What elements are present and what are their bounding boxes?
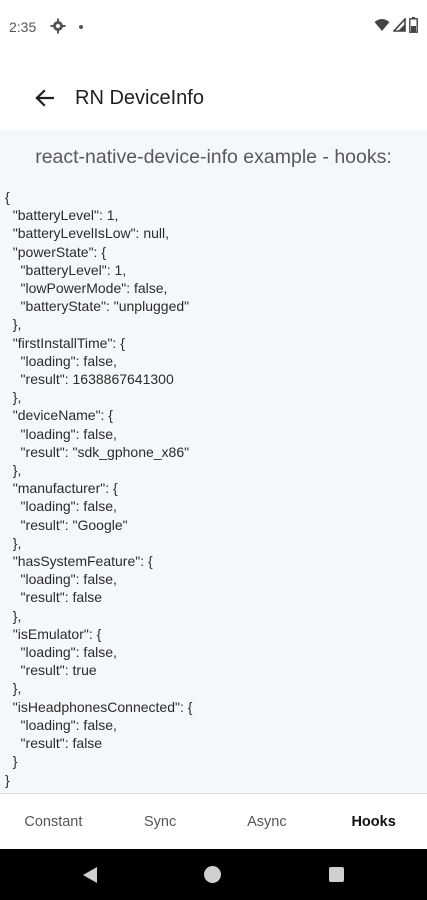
signal-icon [393,18,406,32]
nav-home-icon[interactable] [204,866,221,883]
tab-constant[interactable]: Constant [0,794,107,850]
battery-icon [409,17,418,33]
json-output: { "batteryLevel": 1, "batteryLevelIsLow"… [5,189,193,788]
wifi-icon [374,19,390,31]
system-nav-bar [0,849,427,900]
content-area[interactable]: react-native-device-info example - hooks… [0,130,427,793]
nav-back-icon[interactable] [82,866,98,889]
status-icons [374,17,418,33]
bottom-tab-bar: Constant Sync Async Hooks [0,793,427,850]
tab-sync[interactable]: Sync [107,794,214,850]
status-bar: 2:35 [0,0,427,62]
tab-hooks[interactable]: Hooks [320,794,427,850]
back-button[interactable] [30,84,58,112]
screen-heading: react-native-device-info example - hooks… [35,146,392,168]
gear-icon [50,18,66,39]
nav-recents-icon[interactable] [329,867,344,882]
arrow-back-icon [35,89,54,107]
status-time: 2:35 [9,19,37,35]
dot-icon [79,25,83,29]
app-title: RN DeviceInfo [75,87,204,109]
app-bar: RN DeviceInfo [0,62,427,130]
tab-async[interactable]: Async [214,794,321,850]
